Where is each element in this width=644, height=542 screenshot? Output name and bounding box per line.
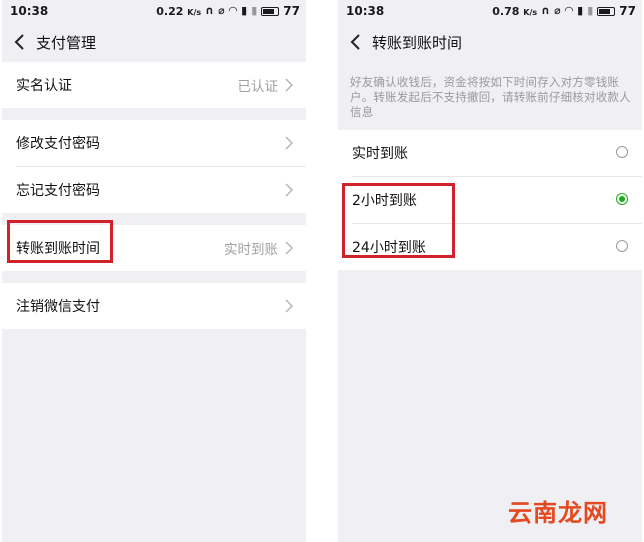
chevron-left-icon: [350, 34, 360, 50]
network-speed: 0.22 K/s: [156, 4, 202, 18]
nav-bar: 支付管理: [2, 22, 306, 62]
chevron-right-icon: [285, 183, 293, 197]
signal-icon: ▮: [251, 4, 258, 17]
chevron-right-icon: [285, 136, 293, 150]
battery-level: 77: [283, 4, 300, 18]
battery-icon: [261, 6, 280, 16]
radio-button[interactable]: [616, 146, 628, 158]
list-item-real-name[interactable]: 实名认证 已认证: [2, 62, 306, 108]
signal-icon: ▮: [587, 4, 594, 17]
radio-button-selected[interactable]: [616, 193, 628, 205]
back-button[interactable]: [6, 22, 32, 62]
list-item-forgot-password[interactable]: 忘记支付密码: [2, 167, 306, 213]
payment-management-screen: 10:38 0.22 K/s ∩ ⌀ ◠ ▮ ▮ 77 支付管理 实名认证 已认…: [2, 0, 306, 542]
nav-bar: 转账到账时间: [338, 22, 642, 62]
list-item-change-password[interactable]: 修改支付密码: [2, 120, 306, 166]
wifi-icon: ◠: [228, 4, 238, 17]
transfer-notice: 好友确认收钱后，资金将按如下时间存入对方零钱账户。转账发起后不支持撤回，请转账前…: [338, 62, 642, 130]
wifi-icon: ◠: [564, 4, 574, 17]
option-realtime[interactable]: 实时到账: [338, 130, 642, 176]
chevron-right-icon: [285, 241, 293, 255]
page-title: 支付管理: [36, 33, 97, 52]
watermark-logo: 云南龙网: [508, 499, 608, 527]
status-time: 10:38: [10, 4, 49, 18]
headphone-icon: ∩: [541, 4, 551, 17]
network-speed: 0.78 K/s: [492, 4, 538, 18]
mute-icon: ⌀: [218, 4, 225, 17]
back-button[interactable]: [342, 22, 368, 62]
list-item-label: 注销微信支付: [16, 299, 100, 315]
list-item-value: 实时到账: [224, 242, 278, 258]
signal-icon: ▮: [577, 4, 584, 17]
signal-icon: ▮: [241, 4, 248, 17]
highlight-box: [342, 183, 455, 258]
mute-icon: ⌀: [554, 4, 561, 17]
chevron-left-icon: [14, 34, 24, 50]
status-bar: 10:38 0.78 K/s ∩ ⌀ ◠ ▮ ▮ 77: [338, 0, 642, 22]
highlight-box: [7, 220, 113, 263]
list-item-label: 修改支付密码: [16, 136, 100, 152]
chevron-right-icon: [285, 299, 293, 313]
status-bar: 10:38 0.22 K/s ∩ ⌀ ◠ ▮ ▮ 77: [2, 0, 306, 22]
page-title: 转账到账时间: [372, 33, 463, 52]
battery-icon: [597, 6, 616, 16]
list-item-cancel-wechat-pay[interactable]: 注销微信支付: [2, 283, 306, 329]
status-time: 10:38: [346, 4, 385, 18]
list-item-value: 已认证: [237, 79, 279, 95]
radio-button[interactable]: [616, 240, 628, 252]
headphone-icon: ∩: [205, 4, 215, 17]
list-item-label: 实名认证: [16, 78, 72, 94]
list-item-label: 忘记支付密码: [16, 183, 100, 199]
option-label: 实时到账: [352, 146, 408, 162]
transfer-time-screen: 10:38 0.78 K/s ∩ ⌀ ◠ ▮ ▮ 77 转账到账时间 好友确认收…: [338, 0, 642, 542]
chevron-right-icon: [285, 78, 293, 92]
battery-level: 77: [619, 4, 636, 18]
